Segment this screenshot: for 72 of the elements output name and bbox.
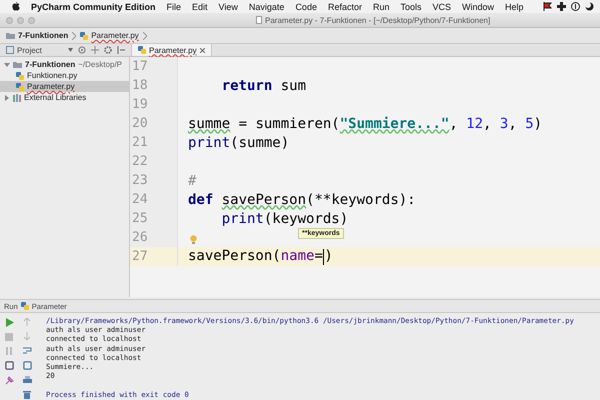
breadcrumb-item[interactable]: Parameter.py — [80, 31, 139, 40]
python-file-icon — [80, 32, 88, 40]
tree-item[interactable]: External Libraries — [0, 92, 129, 103]
expanded-arrow-icon[interactable] — [4, 62, 10, 68]
python-file-icon — [20, 302, 29, 310]
menu-item[interactable]: VCS — [432, 2, 452, 12]
layout-icon[interactable] — [4, 361, 14, 370]
collapse-icon[interactable] — [91, 46, 99, 54]
print-icon[interactable] — [22, 376, 32, 385]
chevron-right-icon — [142, 32, 147, 40]
plus-icon[interactable] — [557, 2, 566, 11]
close-tab-icon[interactable] — [200, 48, 205, 52]
play-icon[interactable] — [4, 318, 14, 327]
trash-icon[interactable] — [23, 391, 31, 399]
settings-icon[interactable] — [104, 46, 112, 54]
code-line: # — [188, 172, 196, 188]
code-line: def savePerson(**keywords): — [188, 192, 416, 208]
hide-panel-icon[interactable] — [117, 46, 125, 54]
moon-icon[interactable] — [585, 2, 594, 11]
folder-path: ~/Desktop/P — [78, 60, 122, 69]
tree-item[interactable]: Funktionen.py — [0, 70, 129, 81]
code-line: print(summe) — [188, 134, 290, 150]
python-file-icon — [138, 46, 146, 54]
line-number: 21 — [132, 135, 148, 150]
lightbulb-icon[interactable] — [190, 235, 197, 245]
menu-item[interactable]: Help — [505, 2, 524, 12]
text-caret — [322, 248, 324, 265]
project-view-selector[interactable]: Project — [6, 46, 42, 54]
line-number: 27 — [132, 249, 148, 264]
collapsed-arrow-icon[interactable] — [4, 94, 10, 100]
code-line: savePerson(name=) — [188, 248, 333, 265]
menu-item[interactable]: Run — [372, 2, 390, 12]
apple-logo-icon — [12, 2, 20, 11]
line-number: 26 — [132, 230, 148, 245]
document-icon — [256, 16, 262, 24]
chevron-right-icon — [72, 32, 76, 40]
code-line: print(keywords) — [220, 210, 348, 226]
tree-item[interactable]: 7-Funktionen ~/Desktop/P — [0, 59, 129, 70]
line-number: 24 — [132, 192, 148, 207]
breadcrumb-item[interactable]: 7-Funktionen — [6, 31, 68, 40]
line-number: 19 — [132, 97, 148, 112]
menu-item[interactable]: Edit — [192, 2, 208, 12]
menu-item[interactable]: Navigate — [248, 2, 284, 12]
scroll-to-end-icon[interactable] — [22, 361, 32, 370]
flag-icon[interactable] — [543, 2, 552, 11]
tree-item[interactable]: Parameter.py — [0, 81, 129, 92]
soft-wrap-icon[interactable] — [22, 346, 32, 355]
line-number: 23 — [132, 173, 148, 188]
menu-item[interactable]: Tools — [400, 2, 422, 12]
target-icon[interactable] — [78, 46, 86, 54]
line-number: 22 — [132, 154, 148, 169]
line-number: 25 — [132, 211, 148, 226]
code-line: return sum — [220, 78, 306, 94]
dropdown-caret-icon[interactable] — [68, 48, 73, 52]
info-icon[interactable] — [571, 2, 580, 11]
line-number: 17 — [132, 59, 148, 74]
line-number: 18 — [132, 78, 148, 93]
app-name[interactable]: PyCharm Community Edition — [31, 2, 156, 12]
menu-item[interactable]: Window — [462, 2, 494, 12]
window-title: Parameter.py - 7-Funktionen - [~/Desktop/Python/7-Funktionen] — [265, 16, 490, 24]
editor-tab[interactable]: Parameter.py — [132, 44, 212, 56]
line-number: 20 — [132, 116, 148, 131]
library-icon — [13, 94, 21, 102]
menu-item[interactable]: File — [166, 2, 182, 12]
folder-icon — [13, 61, 22, 68]
menu-item[interactable]: Refactor — [328, 2, 362, 12]
menu-item[interactable]: View — [218, 2, 238, 12]
pin-icon[interactable] — [4, 376, 14, 385]
folder-icon — [6, 32, 15, 39]
menu-item[interactable]: Code — [295, 2, 317, 12]
project-icon — [6, 46, 14, 54]
code-line: summe = summieren("Summiere...", 12, 3, 5) — [188, 116, 542, 132]
